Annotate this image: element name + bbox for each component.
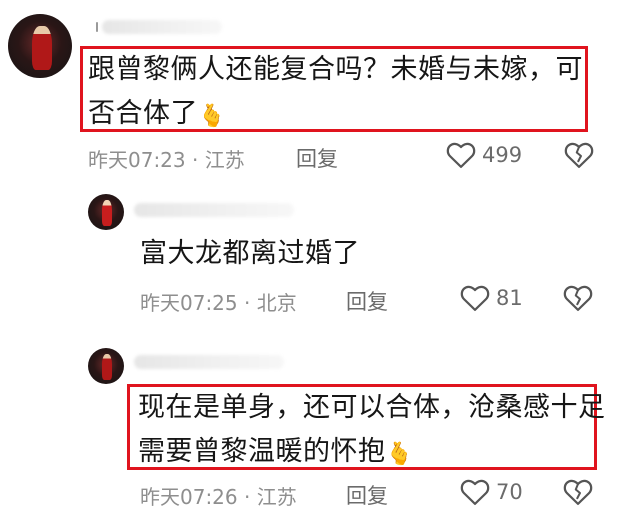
username-redacted [96,22,98,32]
like-count: 70 [496,480,523,504]
dislike-button[interactable] [563,478,593,506]
heart-fingers-emoji: 🫰 [198,104,226,129]
separator: · [244,485,251,509]
like-button[interactable]: 70 [460,478,523,506]
comment-text: 跟曾黎俩人还能复合吗？未婚与未嫁，可 否合体了🫰 [88,48,583,139]
comment-text-line: 否合体了 [88,98,198,129]
timestamp: 昨天07:25 [140,291,238,315]
comment-meta: 昨天07:23 · 江苏 [88,144,245,173]
timestamp: 昨天07:26 [140,485,238,509]
broken-heart-icon [564,142,594,168]
like-count: 499 [482,143,523,167]
username-blur [134,355,284,369]
heart-outline-icon [460,479,490,505]
broken-heart-icon [563,479,593,505]
comment-text: 现在是单身，还可以合体，沧桑感十足 需要曾黎温暖的怀抱🫰 [138,386,606,477]
avatar-figure [101,200,113,226]
heart-outline-icon [460,285,490,311]
comment-text-line: 现在是单身，还可以合体，沧桑感十足 [138,392,606,423]
like-button[interactable]: 499 [446,141,522,169]
comment-meta: 昨天07:25 · 北京 [140,287,297,316]
broken-heart-icon [563,285,593,311]
like-button[interactable]: 81 [460,284,523,312]
reply-button[interactable]: 回复 [346,480,388,510]
timestamp: 昨天07:23 [88,148,186,172]
like-count: 81 [496,286,523,310]
comment-meta: 昨天07:26 · 江苏 [140,481,297,510]
location: 北京 [256,291,297,315]
username-blur [134,203,294,217]
reply-button[interactable]: 回复 [296,143,338,173]
comment-text: 富大龙都离过婚了 [140,232,360,276]
avatar-figure [32,25,52,71]
avatar[interactable] [8,14,72,78]
separator: · [244,291,251,315]
comment-text-line: 需要曾黎温暖的怀抱 [138,436,386,467]
heart-fingers-emoji: 🫰 [385,442,414,467]
separator: · [192,148,199,172]
dislike-button[interactable] [564,141,594,169]
location: 江苏 [204,148,245,172]
avatar[interactable] [88,348,124,384]
avatar-figure [101,354,113,380]
heart-outline-icon [446,142,476,168]
comment-text-line: 富大龙都离过婚了 [140,238,360,269]
reply-button[interactable]: 回复 [346,286,388,316]
location: 江苏 [256,485,297,509]
dislike-button[interactable] [563,284,593,312]
avatar[interactable] [88,194,124,230]
username-blur [102,20,222,34]
comment-text-line: 跟曾黎俩人还能复合吗？未婚与未嫁，可 [88,54,583,85]
